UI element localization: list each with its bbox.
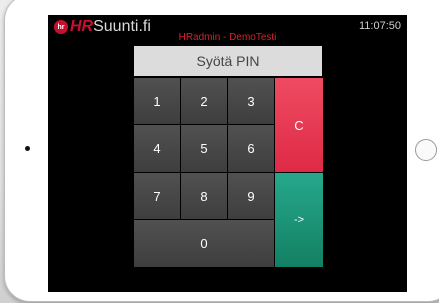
key-6-button[interactable]: 6 — [228, 125, 274, 172]
key-5-button[interactable]: 5 — [181, 125, 227, 172]
key-0-button[interactable]: 0 — [134, 220, 274, 267]
key-1-button[interactable]: 1 — [134, 78, 180, 124]
key-9-button[interactable]: 9 — [228, 173, 274, 219]
tablet-frame: hr HR Suunti.fi 11:07:50 HRadmin - DemoT… — [4, 0, 439, 302]
key-7-button[interactable]: 7 — [134, 173, 180, 219]
key-8-button[interactable]: 8 — [181, 173, 227, 219]
home-button[interactable] — [415, 139, 437, 161]
key-2-button[interactable]: 2 — [181, 78, 227, 124]
keypad: 1 2 3 4 5 6 7 8 9 0 C -> — [134, 78, 323, 268]
app-screen: hr HR Suunti.fi 11:07:50 HRadmin - DemoT… — [48, 15, 407, 292]
camera-dot — [25, 146, 30, 151]
clear-button[interactable]: C — [275, 78, 323, 172]
key-3-button[interactable]: 3 — [228, 78, 274, 124]
clock: 11:07:50 — [358, 20, 401, 32]
page-subtitle: HRadmin - DemoTesti — [178, 32, 277, 43]
enter-button[interactable]: -> — [275, 173, 323, 267]
key-4-button[interactable]: 4 — [134, 125, 180, 172]
pin-field[interactable]: Syötä PIN — [134, 46, 322, 76]
